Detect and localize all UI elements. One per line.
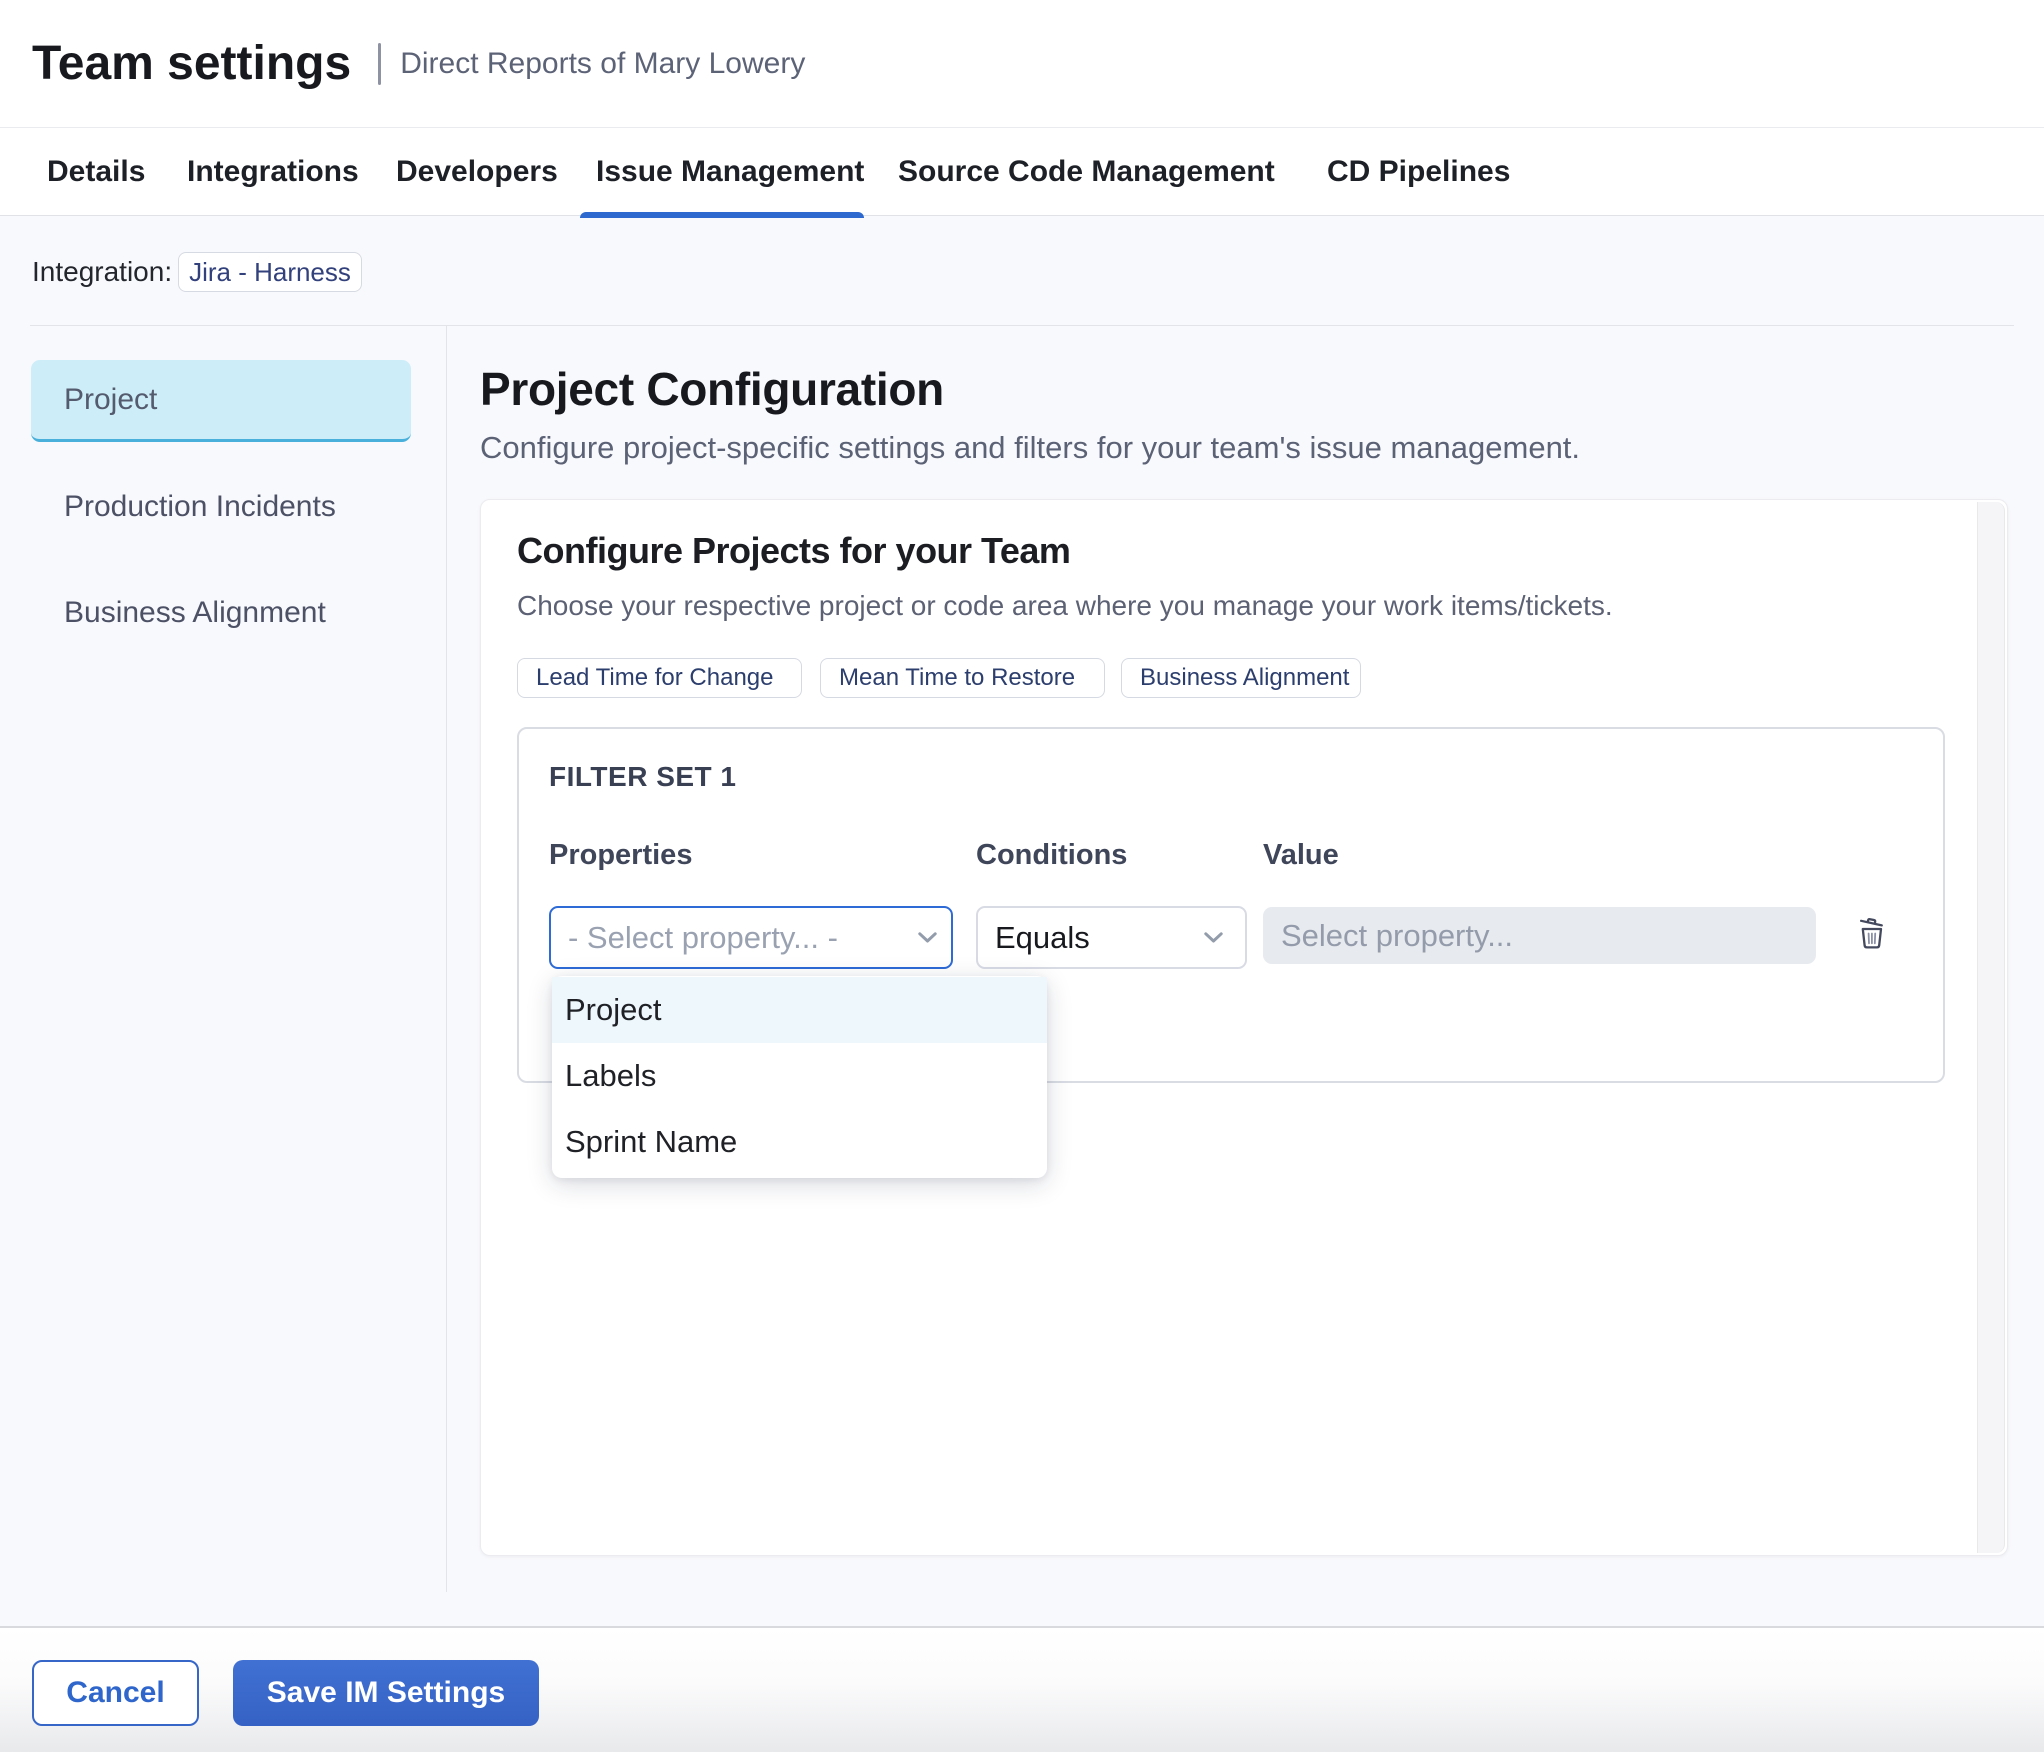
properties-column: - Select property... - Project Labels Sp…: [549, 906, 1047, 1178]
chip-business-alignment[interactable]: Business Alignment: [1121, 658, 1361, 698]
column-label-conditions: Conditions: [976, 839, 1128, 871]
page-title: Team settings: [32, 37, 352, 90]
team-settings-page: Team settings Direct Reports of Mary Low…: [0, 0, 2044, 1752]
tab-cd-pipelines[interactable]: CD Pipelines: [1302, 128, 1510, 215]
properties-placeholder: - Select property... -: [568, 919, 838, 955]
page-header: Team settings Direct Reports of Mary Low…: [0, 0, 2044, 127]
tab-issue-management[interactable]: Issue Management: [571, 128, 873, 218]
tab-source-code-management[interactable]: Source Code Management: [873, 128, 1302, 215]
title-separator: [378, 42, 382, 85]
main-panel: Project Configuration Configure project-…: [447, 326, 2044, 1626]
page-subtitle: Direct Reports of Mary Lowery: [400, 46, 806, 80]
section-subtitle: Configure project-specific settings and …: [480, 430, 1581, 465]
properties-dropdown-menu: Project Labels Sprint Name: [552, 976, 1047, 1178]
page-footer: Cancel Save IM Settings: [0, 1626, 2044, 1752]
filter-set-box: FILTER SET 1 Properties Conditions Value…: [517, 727, 1945, 1178]
chevron-down-icon: [1204, 932, 1223, 943]
content-area: Integration: Jira - Harness Project Prod…: [0, 216, 2044, 1626]
filter-controls-row: - Select property... - Project Labels Sp…: [549, 906, 1913, 1178]
cancel-button[interactable]: Cancel: [32, 1659, 199, 1726]
delete-filter-button[interactable]: [1859, 916, 1886, 949]
dropdown-option-sprint-name[interactable]: Sprint Name: [552, 1109, 1047, 1175]
content-split: Project Production Incidents Business Al…: [0, 326, 2044, 1626]
chip-lead-time-for-change[interactable]: Lead Time for Change: [517, 658, 802, 698]
filter-column-labels: Properties Conditions Value: [549, 837, 1913, 873]
section-title: Project Configuration: [480, 363, 944, 415]
metric-chips: Lead Time for Change Mean Time to Restor…: [517, 658, 1971, 698]
dropdown-option-labels[interactable]: Labels: [552, 1043, 1047, 1109]
value-placeholder: Select property...: [1281, 917, 1514, 953]
project-config-card: Configure Projects for your Team Choose …: [480, 499, 2008, 1556]
card-scrollbar[interactable]: [1977, 502, 2005, 1553]
properties-select[interactable]: - Select property... -: [549, 906, 953, 969]
sidebar-item-production-incidents[interactable]: Production Incidents: [31, 466, 411, 548]
conditions-value: Equals: [995, 919, 1090, 955]
integration-chip[interactable]: Jira - Harness: [178, 252, 362, 292]
trash-icon: [1859, 917, 1883, 949]
chevron-down-icon: [918, 932, 937, 943]
dropdown-option-project[interactable]: Project: [552, 977, 1047, 1043]
column-label-value: Value: [1263, 839, 1339, 871]
save-im-settings-button[interactable]: Save IM Settings: [233, 1659, 539, 1726]
tab-integrations[interactable]: Integrations: [162, 128, 371, 215]
tab-bar: Details Integrations Developers Issue Ma…: [0, 127, 2044, 218]
value-input[interactable]: Select property...: [1263, 907, 1816, 964]
card-subtitle: Choose your respective project or code a…: [517, 590, 1613, 621]
card-title: Configure Projects for your Team: [517, 530, 1071, 571]
conditions-select[interactable]: Equals: [976, 906, 1247, 969]
chip-mean-time-to-restore[interactable]: Mean Time to Restore: [820, 658, 1105, 698]
integration-label: Integration:: [32, 256, 173, 287]
integration-row: Integration: Jira - Harness: [0, 216, 2044, 325]
column-label-properties: Properties: [549, 839, 693, 871]
filter-set-title: FILTER SET 1: [549, 761, 737, 792]
sidebar-item-business-alignment[interactable]: Business Alignment: [31, 572, 411, 654]
sidebar: Project Production Incidents Business Al…: [0, 326, 447, 1592]
sidebar-item-project[interactable]: Project: [31, 360, 411, 442]
tab-details[interactable]: Details: [22, 128, 162, 215]
tab-developers[interactable]: Developers: [371, 128, 571, 215]
